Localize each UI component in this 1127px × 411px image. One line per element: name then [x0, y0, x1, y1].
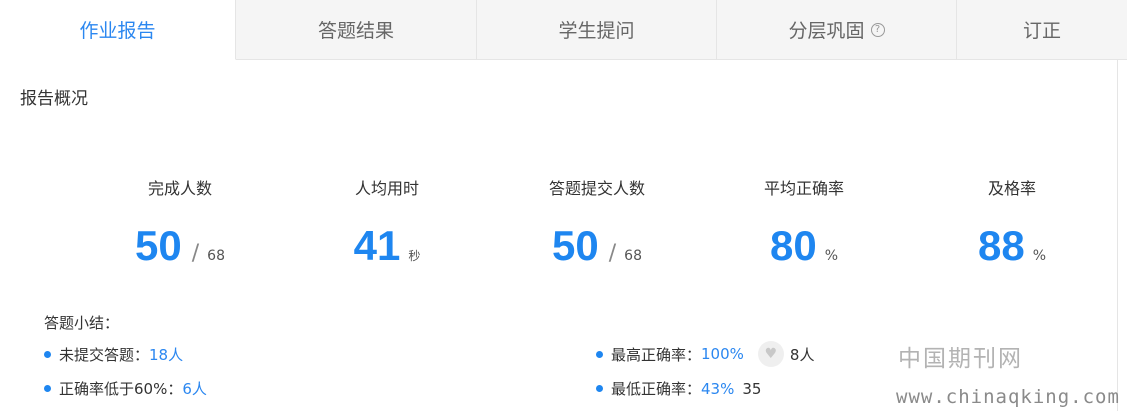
tab-homework-report[interactable]: 作业报告 — [0, 0, 236, 60]
tab-correction[interactable]: 订正 — [957, 0, 1127, 60]
summary-label: 最高正确率： — [611, 345, 702, 364]
stat-label: 人均用时 — [354, 179, 419, 198]
bullet-icon — [44, 385, 51, 392]
summary-lowest: 最低正确率： 43% 35 — [596, 378, 761, 399]
tab-label: 答题结果 — [317, 20, 394, 42]
stat-label: 答题提交人数 — [548, 179, 645, 198]
stat-completed: 50 / 68 — [80, 222, 280, 270]
stat-avg-accuracy: 80% — [704, 222, 904, 270]
stat-number: 41 — [353, 222, 401, 269]
section-title: 报告概况 — [20, 89, 88, 109]
stat-submitted: 50 / 68 — [497, 222, 697, 270]
tab-answer-results[interactable]: 答题结果 — [236, 0, 477, 60]
stat-label: 及格率 — [987, 179, 1036, 198]
lowest-count: 35 — [742, 379, 762, 398]
help-circle-icon[interactable]: ? — [870, 22, 885, 37]
highest-value: 100% — [701, 345, 744, 363]
tab-bar: 作业报告 答题结果 学生提问 分层巩固 ? 订正 — [0, 0, 1127, 60]
stat-unit: % — [824, 248, 839, 264]
summary-below-60: 正确率低于60%： 6人 — [44, 378, 207, 399]
summary-label: 未提交答题： — [59, 346, 150, 364]
summary-not-submitted: 未提交答题： 18人 — [44, 344, 183, 365]
bullet-icon — [596, 385, 603, 392]
stat-avg-time: 41 秒 — [287, 222, 487, 270]
tab-tiered-consolidation[interactable]: 分层巩固 ? — [717, 0, 957, 60]
tab-student-questions[interactable]: 学生提问 — [477, 0, 717, 60]
heart-icon[interactable]: ♥ — [757, 341, 784, 367]
tab-label: 分层巩固 — [788, 20, 865, 42]
bullet-icon — [596, 350, 603, 358]
tab-label: 作业报告 — [79, 20, 156, 42]
tab-label: 学生提问 — [558, 20, 635, 42]
stat-pass-rate: 88% — [912, 222, 1112, 270]
stat-separator: / — [191, 241, 200, 266]
lowest-value: 43% — [701, 379, 735, 398]
summary-title: 答题小结： — [44, 314, 120, 332]
watermark-url: www.chinaqking.com — [896, 386, 1120, 408]
watermark-cn: 中国期刊网 — [898, 346, 1023, 372]
bullet-icon — [44, 351, 51, 358]
stat-label: 平均正确率 — [763, 179, 844, 198]
summary-label: 正确率低于60%： — [59, 380, 183, 398]
stat-label: 完成人数 — [147, 179, 212, 198]
stat-total: 68 — [624, 248, 642, 264]
tab-label: 订正 — [1022, 20, 1061, 42]
summary-highest: 最高正确率： 100% ♥ 8人 — [596, 341, 814, 367]
below-60-link[interactable]: 6人 — [182, 378, 207, 399]
stat-unit: 秒 — [408, 249, 421, 263]
panel-border — [1117, 60, 1118, 411]
not-submitted-link[interactable]: 18人 — [149, 344, 183, 365]
summary-label: 最低正确率： — [611, 380, 702, 398]
stat-total: 68 — [207, 248, 225, 264]
stat-number: 88 — [977, 222, 1025, 269]
highest-count: 8人 — [789, 345, 815, 364]
stat-number: 50 — [135, 222, 182, 269]
stat-unit: % — [1032, 248, 1047, 264]
stat-number: 80 — [769, 222, 817, 269]
stat-separator: / — [608, 241, 617, 266]
stat-number: 50 — [552, 222, 599, 269]
